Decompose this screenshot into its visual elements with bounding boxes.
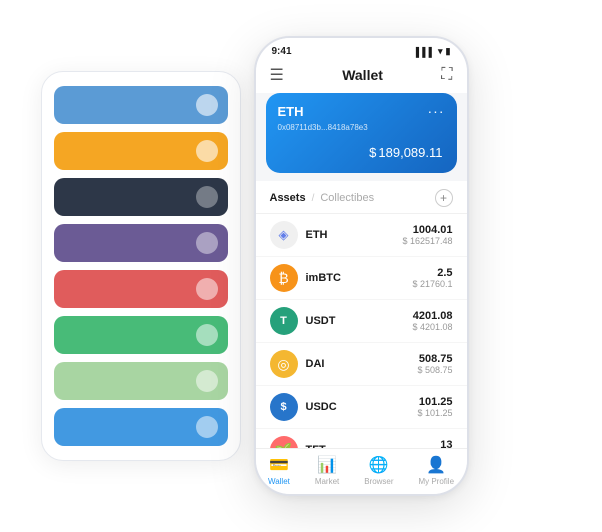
currency-symbol: $ xyxy=(369,145,376,160)
nav-wallet[interactable]: 💳 Wallet xyxy=(268,455,290,486)
asset-name: ETH xyxy=(306,229,403,241)
asset-amount: 13 xyxy=(440,439,452,448)
row-dot xyxy=(196,278,218,300)
asset-name: imBTC xyxy=(306,272,413,284)
eth-card-top: ETH ··· xyxy=(278,103,445,119)
bottom-nav: 💳 Wallet 📊 Market 🌐 Browser 👤 My Profile xyxy=(256,448,467,494)
browser-nav-icon: 🌐 xyxy=(369,455,389,475)
eth-ticker: ETH xyxy=(278,104,304,119)
eth-card: ETH ··· 0x08711d3b...8418a78e3 $189,089.… xyxy=(266,93,457,173)
asset-values: 1004.01$ 162517.48 xyxy=(402,224,452,246)
asset-icon: $ xyxy=(270,393,298,421)
row-dot xyxy=(196,140,218,162)
back-panel-row xyxy=(54,132,228,170)
asset-values: 2.5$ 21760.1 xyxy=(412,267,452,289)
profile-nav-icon: 👤 xyxy=(426,455,446,475)
asset-usd: $ 4201.08 xyxy=(412,322,452,332)
asset-usd: $ 21760.1 xyxy=(412,279,452,289)
asset-icon: ◎ xyxy=(270,350,298,378)
asset-amount: 508.75 xyxy=(417,353,452,365)
tab-collectibles[interactable]: Collectibes xyxy=(320,192,374,204)
asset-usd: $ 101.25 xyxy=(417,408,452,418)
asset-row[interactable]: 🌱TFT130 xyxy=(256,429,467,448)
back-panel-row xyxy=(54,408,228,446)
browser-nav-label: Browser xyxy=(364,477,393,486)
eth-card-menu[interactable]: ··· xyxy=(428,103,445,119)
page-title: Wallet xyxy=(342,67,383,83)
tab-assets[interactable]: Assets xyxy=(270,192,306,204)
asset-name: USDT xyxy=(306,315,413,327)
asset-usd: $ 508.75 xyxy=(417,365,452,375)
app-header: ☰ Wallet ⛶ xyxy=(256,61,467,93)
status-bar: 9:41 ▌▌▌ ▾ ▮ xyxy=(256,38,467,61)
tab-divider: / xyxy=(312,193,315,204)
status-icons: ▌▌▌ ▾ ▮ xyxy=(416,46,451,57)
back-panel-row xyxy=(54,224,228,262)
asset-values: 130 xyxy=(440,439,452,448)
row-dot xyxy=(196,186,218,208)
asset-amount: 2.5 xyxy=(412,267,452,279)
asset-icon: ◈ xyxy=(270,221,298,249)
asset-row[interactable]: T USDT4201.08$ 4201.08 xyxy=(256,300,467,343)
eth-amount: $189,089.11 xyxy=(278,140,445,163)
asset-icon: 🌱 xyxy=(270,436,298,448)
asset-row[interactable]: ◈ ETH1004.01$ 162517.48 xyxy=(256,214,467,257)
asset-values: 508.75$ 508.75 xyxy=(417,353,452,375)
asset-list: ◈ ETH1004.01$ 162517.48 ₿ imBTC2.5$ 21760.1… xyxy=(256,214,467,448)
nav-browser[interactable]: 🌐 Browser xyxy=(364,455,393,486)
menu-icon[interactable]: ☰ xyxy=(270,65,284,85)
wallet-nav-label: Wallet xyxy=(268,477,290,486)
back-panel-row xyxy=(54,178,228,216)
asset-name: DAI xyxy=(306,358,418,370)
asset-amount: 1004.01 xyxy=(402,224,452,236)
row-dot xyxy=(196,232,218,254)
nav-market[interactable]: 📊 Market xyxy=(315,455,339,486)
row-dot xyxy=(196,324,218,346)
asset-amount: 101.25 xyxy=(417,396,452,408)
row-dot xyxy=(196,94,218,116)
asset-icon: T xyxy=(270,307,298,335)
market-nav-icon: 📊 xyxy=(317,455,337,475)
back-panel xyxy=(41,71,241,461)
add-asset-button[interactable]: + xyxy=(435,189,453,207)
asset-name: USDC xyxy=(306,401,418,413)
asset-row[interactable]: ₿ imBTC2.5$ 21760.1 xyxy=(256,257,467,300)
assets-header: Assets / Collectibes + xyxy=(256,181,467,214)
phone: 9:41 ▌▌▌ ▾ ▮ ☰ Wallet ⛶ ETH ··· 0x08711d… xyxy=(254,36,469,496)
assets-tabs: Assets / Collectibes xyxy=(270,192,375,204)
eth-address: 0x08711d3b...8418a78e3 xyxy=(278,123,445,132)
battery-icon: ▮ xyxy=(446,46,451,57)
signal-icon: ▌▌▌ xyxy=(416,47,435,57)
wallet-nav-icon: 💳 xyxy=(269,455,289,475)
back-panel-row xyxy=(54,86,228,124)
scene: 9:41 ▌▌▌ ▾ ▮ ☰ Wallet ⛶ ETH ··· 0x08711d… xyxy=(11,11,591,521)
status-time: 9:41 xyxy=(272,46,292,57)
profile-nav-label: My Profile xyxy=(418,477,454,486)
market-nav-label: Market xyxy=(315,477,339,486)
asset-icon: ₿ xyxy=(270,264,298,292)
assets-section: Assets / Collectibes + ◈ ETH1004.01$ 1625… xyxy=(256,181,467,448)
row-dot xyxy=(196,370,218,392)
asset-values: 101.25$ 101.25 xyxy=(417,396,452,418)
asset-amount: 4201.08 xyxy=(412,310,452,322)
asset-usd: $ 162517.48 xyxy=(402,236,452,246)
nav-profile[interactable]: 👤 My Profile xyxy=(418,455,454,486)
asset-row[interactable]: $ USDC101.25$ 101.25 xyxy=(256,386,467,429)
row-dot xyxy=(196,416,218,438)
expand-icon[interactable]: ⛶ xyxy=(441,66,452,84)
back-panel-row xyxy=(54,362,228,400)
asset-values: 4201.08$ 4201.08 xyxy=(412,310,452,332)
back-panel-row xyxy=(54,316,228,354)
asset-row[interactable]: ◎ DAI508.75$ 508.75 xyxy=(256,343,467,386)
wifi-icon: ▾ xyxy=(438,46,443,57)
back-panel-row xyxy=(54,270,228,308)
